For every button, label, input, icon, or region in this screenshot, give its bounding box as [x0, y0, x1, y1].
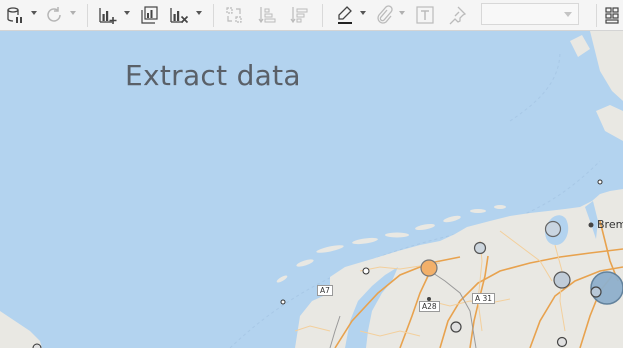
- road-label: A 31: [472, 293, 496, 304]
- group-menu-caret[interactable]: [399, 11, 405, 15]
- map-mark[interactable]: [544, 220, 562, 238]
- clear-sheet-menu-caret[interactable]: [196, 11, 202, 15]
- show-mark-labels-icon[interactable]: [413, 2, 437, 28]
- road-label: A28: [419, 301, 440, 312]
- highlight-menu-caret[interactable]: [360, 11, 366, 15]
- map-mark[interactable]: [450, 321, 462, 333]
- toolbar: [0, 0, 623, 31]
- map-mark[interactable]: [280, 299, 286, 305]
- map-mark[interactable]: [597, 179, 603, 185]
- clear-sheet-icon[interactable]: [167, 2, 191, 28]
- swap-rows-columns-icon[interactable]: [222, 2, 246, 28]
- highlight-icon[interactable]: [333, 2, 357, 28]
- map-mark[interactable]: [553, 271, 571, 289]
- city-label: Brem: [597, 218, 623, 231]
- sort-ascending-icon[interactable]: [255, 2, 279, 28]
- basemap: [0, 31, 623, 348]
- map-mark[interactable]: [473, 241, 487, 255]
- map-mark[interactable]: [556, 336, 568, 348]
- refresh-icon[interactable]: [42, 2, 66, 28]
- datasource-pause-icon[interactable]: [4, 2, 26, 28]
- show-me-icon[interactable]: [603, 2, 623, 28]
- new-worksheet-icon[interactable]: [96, 2, 120, 28]
- extract-data-watermark: Extract data: [125, 59, 301, 92]
- toolbar-separator: [596, 4, 597, 27]
- refresh-menu-caret[interactable]: [70, 11, 76, 15]
- city-dot: [588, 222, 594, 228]
- map-mark[interactable]: [362, 267, 370, 275]
- new-worksheet-menu-caret[interactable]: [124, 11, 130, 15]
- road-label: A7: [317, 285, 333, 296]
- fit-dropdown[interactable]: [481, 3, 579, 25]
- map-mark[interactable]: [32, 343, 42, 348]
- toolbar-separator: [322, 4, 323, 27]
- duplicate-sheet-icon[interactable]: [137, 2, 161, 28]
- map-mark[interactable]: [420, 259, 438, 277]
- map-mark[interactable]: [590, 286, 602, 298]
- sort-descending-icon[interactable]: [287, 2, 311, 28]
- datasource-menu-caret[interactable]: [31, 11, 37, 15]
- group-members-icon[interactable]: [372, 2, 396, 28]
- toolbar-separator: [213, 4, 214, 27]
- chevron-down-icon: [564, 12, 572, 17]
- pin-icon[interactable]: [445, 2, 469, 28]
- map-view[interactable]: Extract data Brem A7 A28 A 31: [0, 31, 623, 348]
- toolbar-separator: [87, 4, 88, 27]
